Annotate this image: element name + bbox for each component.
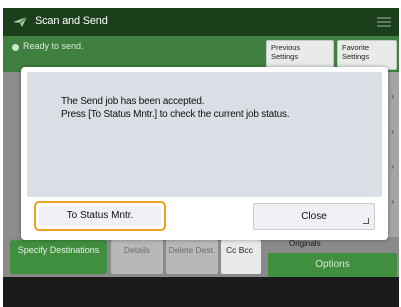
details-button[interactable]: Details bbox=[111, 240, 163, 274]
chevron-right-icon: › bbox=[391, 162, 394, 171]
dialog-message-line-2: Press [To Status Mntr.] to check the cur… bbox=[61, 109, 290, 120]
chevron-right-icon: › bbox=[391, 127, 394, 136]
status-indicator-icon bbox=[12, 44, 19, 51]
title-bar: Scan and Send bbox=[3, 8, 399, 36]
close-button-label: Close bbox=[301, 211, 327, 222]
bottom-strip bbox=[3, 277, 399, 307]
originals-label: Originals bbox=[289, 239, 321, 248]
dialog-message-line-1: The Send job has been accepted. bbox=[61, 96, 205, 107]
favorite-settings-button[interactable]: Favorite Settings bbox=[337, 40, 397, 70]
options-button[interactable]: Options bbox=[268, 253, 397, 277]
close-button[interactable]: Close bbox=[253, 203, 375, 230]
menu-icon[interactable] bbox=[377, 17, 391, 27]
to-status-monitor-label: To Status Mntr. bbox=[39, 206, 161, 226]
left-edge-panel bbox=[3, 72, 23, 237]
corner-indicator-icon bbox=[363, 218, 369, 224]
app-title: Scan and Send bbox=[35, 15, 108, 27]
send-arrow-icon bbox=[13, 16, 28, 27]
previous-settings-button[interactable]: Previous Settings bbox=[266, 40, 334, 70]
chevron-right-icon: › bbox=[391, 197, 394, 206]
to-status-monitor-button[interactable]: To Status Mntr. bbox=[34, 201, 166, 231]
touch-screen: Scan and Send Ready to send. Previous Se… bbox=[3, 8, 399, 307]
cc-bcc-button[interactable]: Cc Bcc bbox=[221, 240, 261, 274]
dialog-message-panel: The Send job has been accepted. Press [T… bbox=[27, 72, 382, 197]
device-frame: Scan and Send Ready to send. Previous Se… bbox=[0, 0, 401, 307]
chevron-right-icon: › bbox=[391, 92, 394, 101]
status-text: Ready to send. bbox=[23, 41, 84, 51]
job-accepted-dialog: The Send job has been accepted. Press [T… bbox=[21, 67, 388, 240]
specify-destinations-button[interactable]: Specify Destinations bbox=[10, 240, 107, 274]
bottom-controls: Specify Destinations Details Delete Dest… bbox=[3, 237, 399, 277]
delete-dest-button[interactable]: Delete Dest. bbox=[166, 240, 218, 274]
